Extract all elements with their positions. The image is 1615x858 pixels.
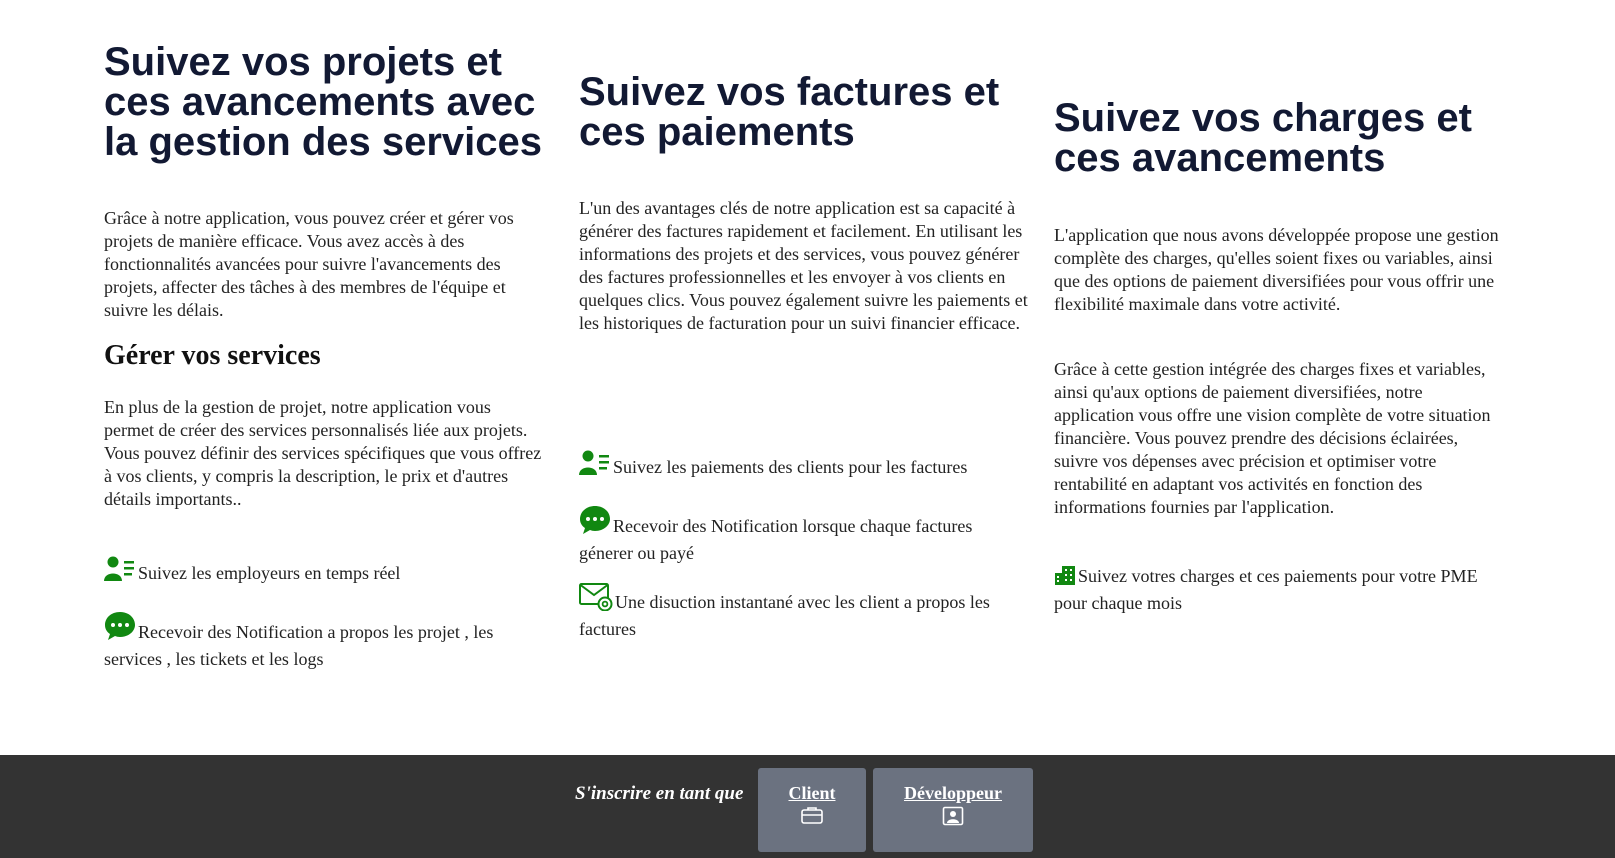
chat-bubble-icon [579,505,611,541]
signup-label: S'inscrire en tant que [575,783,744,804]
feature-item: Suivez les employeurs en temps réel [104,556,554,588]
developer-signup-button[interactable]: Développeur [873,768,1033,852]
column-paragraph: Grâce à notre application, vous pouvez c… [104,208,514,320]
feature-item: Suivez les paiements des clients pour le… [579,450,1029,482]
column-paragraph-2: Grâce à cette gestion intégrée des charg… [1054,359,1491,517]
briefcase-icon [758,806,866,829]
client-signup-button[interactable]: Client [758,768,866,852]
client-button-label: Client [788,783,836,803]
services-subheading: Gérer vos services [104,340,321,371]
signup-footer: S'inscrire en tant que Client Développeu… [0,755,1615,858]
developer-button-label: Développeur [904,783,1002,803]
user-list-icon [579,450,611,482]
column-projects: Suivez vos projets et ces avancements av… [104,42,554,162]
feature-item: Suivez votres charges et ces paiements p… [1054,564,1504,615]
column-invoices: Suivez vos factures et ces paiements [579,72,1029,152]
column-paragraph: L'application que nous avons développée … [1054,225,1499,314]
column-heading: Suivez vos projets et ces avancements av… [104,40,543,164]
feature-text: Une disuction instantané avec les client… [579,592,990,639]
column-heading: Suivez vos charges et ces avancements [1054,96,1472,180]
column-paragraph: L'un des avantages clés de notre applica… [579,198,1028,333]
column-charges: Suivez vos charges et ces avancements [1054,98,1504,178]
feature-item: Recevoir des Notification lorsque chaque… [579,505,1029,565]
feature-text: Suivez les paiements des clients pour le… [613,457,968,477]
services-paragraph: En plus de la gestion de projet, notre a… [104,397,542,509]
person-badge-icon [873,806,1033,831]
feature-item: Une disuction instantané avec les client… [579,583,1029,641]
user-list-icon [104,556,136,588]
feature-text: Suivez votres charges et ces paiements p… [1054,566,1478,613]
chat-bubble-icon [104,611,136,647]
feature-item: Recevoir des Notification a propos les p… [104,611,544,671]
envelope-at-icon [579,583,613,617]
column-heading: Suivez vos factures et ces paiements [579,70,1000,154]
buildings-icon [1054,565,1076,591]
feature-text: Recevoir des Notification lorsque chaque… [579,516,973,563]
feature-text: Suivez les employeurs en temps réel [138,563,401,583]
feature-text: Recevoir des Notification a propos les p… [104,622,494,669]
